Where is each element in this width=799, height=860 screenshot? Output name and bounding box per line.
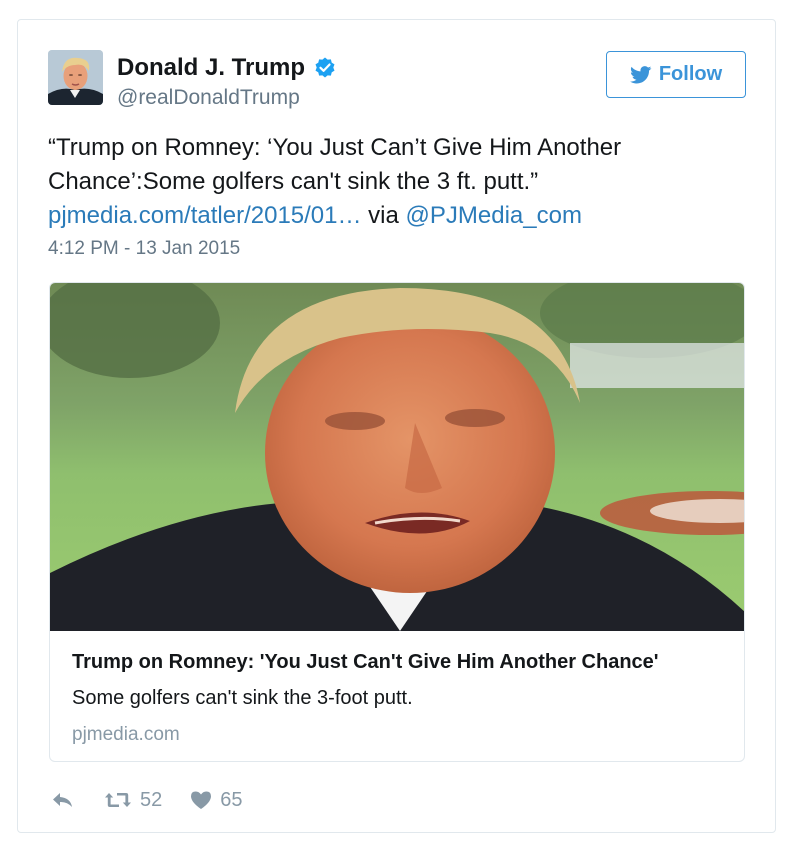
mention-link[interactable]: @PJMedia_com: [406, 202, 582, 229]
user-name[interactable]: Donald J. Trump: [117, 54, 305, 82]
card-domain: pjmedia.com: [72, 724, 180, 745]
article-link[interactable]: pjmedia.com/tatler/2015/01…: [48, 202, 362, 229]
tweet-timestamp[interactable]: 4:12 PM - 13 Jan 2015: [48, 238, 240, 260]
link-card[interactable]: Trump on Romney: 'You Just Can't Give Hi…: [49, 282, 745, 762]
like-count: 65: [220, 788, 243, 811]
retweet-count: 52: [140, 788, 163, 811]
user-handle[interactable]: @realDonaldTrump: [117, 86, 300, 110]
tweet-text-line-1: “Trump on Romney: ‘You Just Can’t Give H…: [48, 134, 622, 161]
retweet-icon: [105, 793, 131, 807]
avatar[interactable]: [48, 50, 103, 105]
tweet-text-line-3: pjmedia.com/tatler/2015/01… via @PJMedia…: [48, 199, 738, 233]
avatar-image: [48, 50, 103, 105]
twitter-bird-icon: [629, 65, 652, 83]
like-button[interactable]: 65: [190, 788, 243, 812]
follow-label: Follow: [658, 63, 723, 85]
heart-icon: [191, 791, 212, 809]
card-description: Some golfers can't sink the 3-foot putt.: [72, 687, 413, 709]
verified-badge-icon: [315, 57, 335, 78]
retweet-button[interactable]: 52: [104, 789, 162, 812]
tweet-text-line-2: Chance’:Some golfers can't sink the 3 ft…: [48, 168, 539, 195]
reply-icon: [53, 793, 72, 807]
via-text: via: [361, 202, 406, 229]
tweet-text: “Trump on Romney: ‘You Just Can’t Give H…: [48, 131, 738, 233]
card-image: [50, 283, 744, 631]
user-name-row[interactable]: Donald J. Trump: [117, 54, 337, 82]
card-title[interactable]: Trump on Romney: 'You Just Can't Give Hi…: [72, 651, 659, 674]
follow-button[interactable]: Follow: [606, 51, 746, 98]
tweet-embed: Donald J. Trump @realDonaldTrump Follow …: [17, 19, 776, 833]
tweet-actions: 52 65: [50, 787, 243, 813]
reply-button[interactable]: [50, 790, 74, 810]
